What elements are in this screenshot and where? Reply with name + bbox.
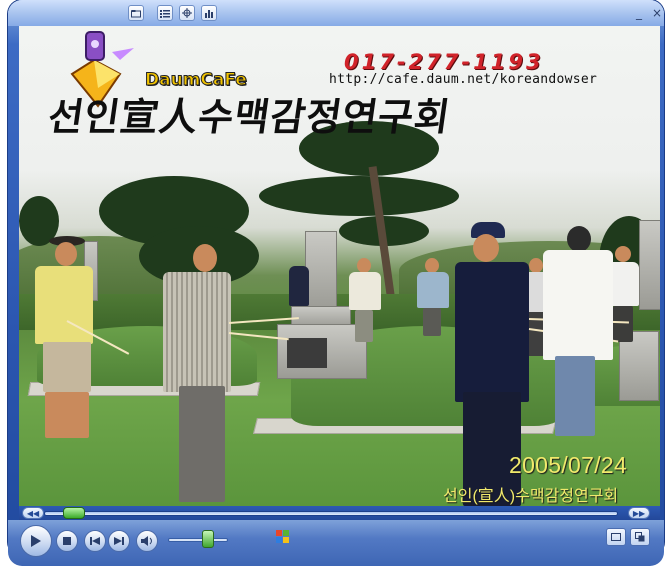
previous-icon[interactable]	[84, 530, 106, 552]
inscription-plate	[287, 338, 327, 368]
close-button[interactable]: ×	[650, 6, 664, 20]
date-caption: 2005/07/24	[509, 452, 628, 478]
seek-thumb[interactable]	[63, 507, 86, 519]
mute-icon[interactable]	[136, 530, 158, 552]
volume-thumb[interactable]	[201, 530, 214, 548]
folder-icon[interactable]	[128, 5, 144, 21]
fast-forward-small-icon[interactable]: ▶▶	[628, 507, 650, 519]
tombstone	[639, 220, 660, 310]
windows-logo-icon	[276, 530, 289, 543]
video-area[interactable]: DaumCaFe 017-277-1193 http://cafe.daum.n…	[19, 26, 660, 506]
switch-to-skin-icon[interactable]	[630, 528, 650, 546]
minimize-button[interactable]: _	[632, 6, 646, 20]
next-icon[interactable]	[108, 530, 130, 552]
visualization-icon[interactable]	[179, 5, 195, 21]
phone-number-top: 017-277-1193	[344, 50, 544, 74]
society-caption: 선인(宣人)수맥감정연구회	[443, 488, 619, 505]
seek-track[interactable]	[44, 511, 618, 516]
society-title: 선인宣人수맥감정연구회	[45, 94, 454, 139]
title-bar[interactable]: _ ×	[8, 0, 664, 26]
tombstone	[305, 231, 337, 311]
equalizer-icon[interactable]	[201, 5, 217, 21]
fullscreen-icon[interactable]	[606, 528, 626, 546]
cafe-url: http://cafe.daum.net/koreandowser	[329, 72, 598, 87]
play-icon[interactable]	[20, 525, 52, 557]
playlist-icon[interactable]	[157, 5, 173, 21]
transport-controls	[8, 520, 664, 566]
volume-slider[interactable]	[168, 538, 228, 542]
stop-icon[interactable]	[56, 530, 78, 552]
rewind-small-icon[interactable]: ◀◀	[22, 507, 44, 519]
pine-tree	[259, 176, 459, 216]
